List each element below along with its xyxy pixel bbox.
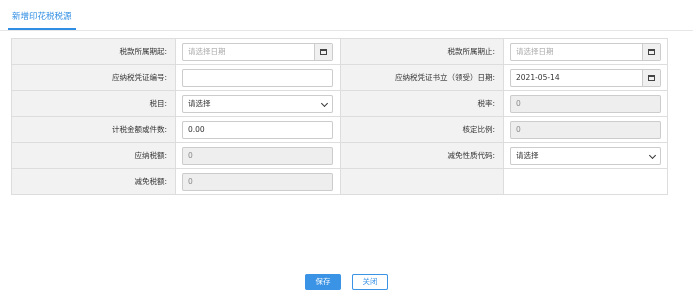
empty-label-cell: [340, 168, 504, 195]
voucher-number-input[interactable]: [182, 68, 333, 87]
tax-item-label: 税目:: [11, 90, 176, 117]
period-end-placeholder: 请选择日期: [516, 46, 554, 56]
form-row: 应纳税额: 0 减免性质代码: 请选择: [11, 142, 668, 169]
period-start-placeholder: 请选择日期: [188, 46, 226, 56]
tax-payable-label: 应纳税额:: [11, 142, 176, 169]
period-end-date-input[interactable]: 请选择日期: [510, 42, 661, 61]
tax-item-selected: 请选择: [188, 98, 211, 108]
chevron-down-icon: [320, 99, 329, 107]
exemption-code-label: 减免性质代码:: [340, 142, 504, 169]
taxable-amount-label: 计税金额或件数:: [11, 116, 176, 143]
tax-item-select[interactable]: 请选择: [182, 94, 333, 113]
voucher-date-input[interactable]: 2021-05-14: [510, 68, 661, 87]
form-row: 计税金额或件数: 0.00 核定比例: 0: [11, 116, 668, 143]
save-button[interactable]: 保存: [305, 274, 341, 290]
voucher-number-label: 应纳税凭证编号:: [11, 64, 176, 91]
tax-relief-label: 减免税额:: [11, 168, 176, 195]
close-button[interactable]: 关闭: [352, 274, 388, 290]
calendar-icon[interactable]: [642, 43, 660, 60]
tax-relief-field: 0: [182, 172, 333, 191]
approved-ratio-label: 核定比例:: [340, 116, 504, 143]
tax-payable-field: 0: [182, 146, 333, 165]
form-row: 税目: 请选择 税率: 0: [11, 90, 668, 117]
tab-bar: 新增印花税税源: [0, 0, 693, 31]
calendar-icon[interactable]: [642, 69, 660, 86]
stamp-duty-form: 税款所属期起: 请选择日期 税款所属期止: 请选择日期 应纳税凭证编号: 应纳税…: [11, 38, 668, 195]
form-row: 税款所属期起: 请选择日期 税款所属期止: 请选择日期: [11, 38, 668, 65]
tab-new-stamp-duty-source[interactable]: 新增印花税税源: [8, 6, 76, 30]
empty-value-cell: [503, 168, 668, 195]
action-buttons: 保存 关闭: [305, 274, 388, 290]
period-start-label: 税款所属期起:: [11, 38, 176, 65]
approved-ratio-field: 0: [510, 120, 661, 139]
calendar-icon[interactable]: [314, 43, 332, 60]
voucher-date-label: 应纳税凭证书立（领受）日期:: [340, 64, 504, 91]
exemption-code-select[interactable]: 请选择: [510, 146, 661, 165]
period-end-label: 税款所属期止:: [340, 38, 504, 65]
exemption-code-selected: 请选择: [516, 150, 539, 160]
period-start-date-input[interactable]: 请选择日期: [182, 42, 333, 61]
taxable-amount-input[interactable]: 0.00: [182, 120, 333, 139]
tax-rate-label: 税率:: [340, 90, 504, 117]
form-row: 减免税额: 0: [11, 168, 668, 195]
tax-rate-field: 0: [510, 94, 661, 113]
voucher-date-value: 2021-05-14: [516, 72, 560, 82]
form-row: 应纳税凭证编号: 应纳税凭证书立（领受）日期: 2021-05-14: [11, 64, 668, 91]
chevron-down-icon: [648, 151, 657, 159]
